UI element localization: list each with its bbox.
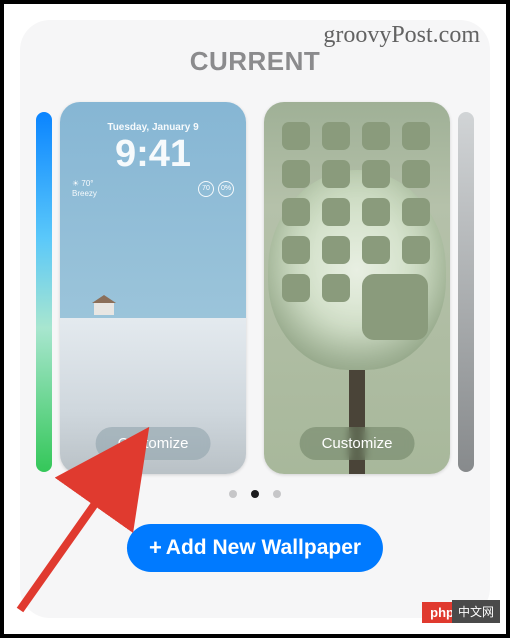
customize-lock-button[interactable]: Customize (96, 427, 211, 460)
app-icon-grid (282, 122, 432, 340)
sun-icon: ☀ (72, 179, 79, 188)
app-icon-placeholder (282, 160, 310, 188)
watermark-cn-badge: 中文网 (452, 600, 500, 623)
app-icon-placeholder (282, 122, 310, 150)
app-icon-placeholder (322, 274, 350, 302)
app-icon-placeholder (282, 274, 310, 302)
add-wallpaper-label: Add New Wallpaper (166, 536, 361, 560)
app-icon-placeholder (362, 236, 390, 264)
page-dot-active[interactable] (251, 490, 259, 498)
home-screen-preview[interactable]: Customize (264, 102, 450, 474)
page-dot[interactable] (273, 490, 281, 498)
app-icon-placeholder (282, 236, 310, 264)
app-icon-placeholder (402, 198, 430, 226)
app-icon-placeholder (362, 122, 390, 150)
app-icon-placeholder (322, 160, 350, 188)
widget-placeholder (362, 274, 428, 340)
weather-widget: ☀ 70° Breezy (72, 179, 97, 198)
ring-widget-2: 0% (218, 181, 234, 197)
app-icon-placeholder (402, 122, 430, 150)
app-icon-placeholder (282, 198, 310, 226)
app-icon-placeholder (322, 236, 350, 264)
page-dot[interactable] (229, 490, 237, 498)
customize-home-button[interactable]: Customize (300, 427, 415, 460)
wallpaper-pair: Tuesday, January 9 9:41 ☀ 70° Breezy 70 … (20, 102, 490, 482)
app-icon-placeholder (362, 198, 390, 226)
lock-time: 9:41 (60, 135, 246, 173)
app-icon-placeholder (322, 122, 350, 150)
add-wallpaper-button[interactable]: + Add New Wallpaper (127, 524, 383, 572)
watermark-site: groovyPost.com (323, 22, 480, 49)
lock-screen-preview[interactable]: Tuesday, January 9 9:41 ☀ 70° Breezy 70 … (60, 102, 246, 474)
pagination-dots[interactable] (229, 490, 281, 498)
ring-widget-1: 70 (198, 181, 214, 197)
app-icon-placeholder (362, 160, 390, 188)
wallpaper-settings-panel: CURRENT Tuesday, January 9 9:41 ☀ 70° Br… (20, 20, 490, 618)
lock-date: Tuesday, January 9 (60, 122, 246, 133)
app-icon-placeholder (402, 160, 430, 188)
app-icon-placeholder (322, 198, 350, 226)
app-icon-placeholder (402, 236, 430, 264)
plus-icon: + (149, 537, 162, 559)
section-title: CURRENT (20, 46, 490, 77)
